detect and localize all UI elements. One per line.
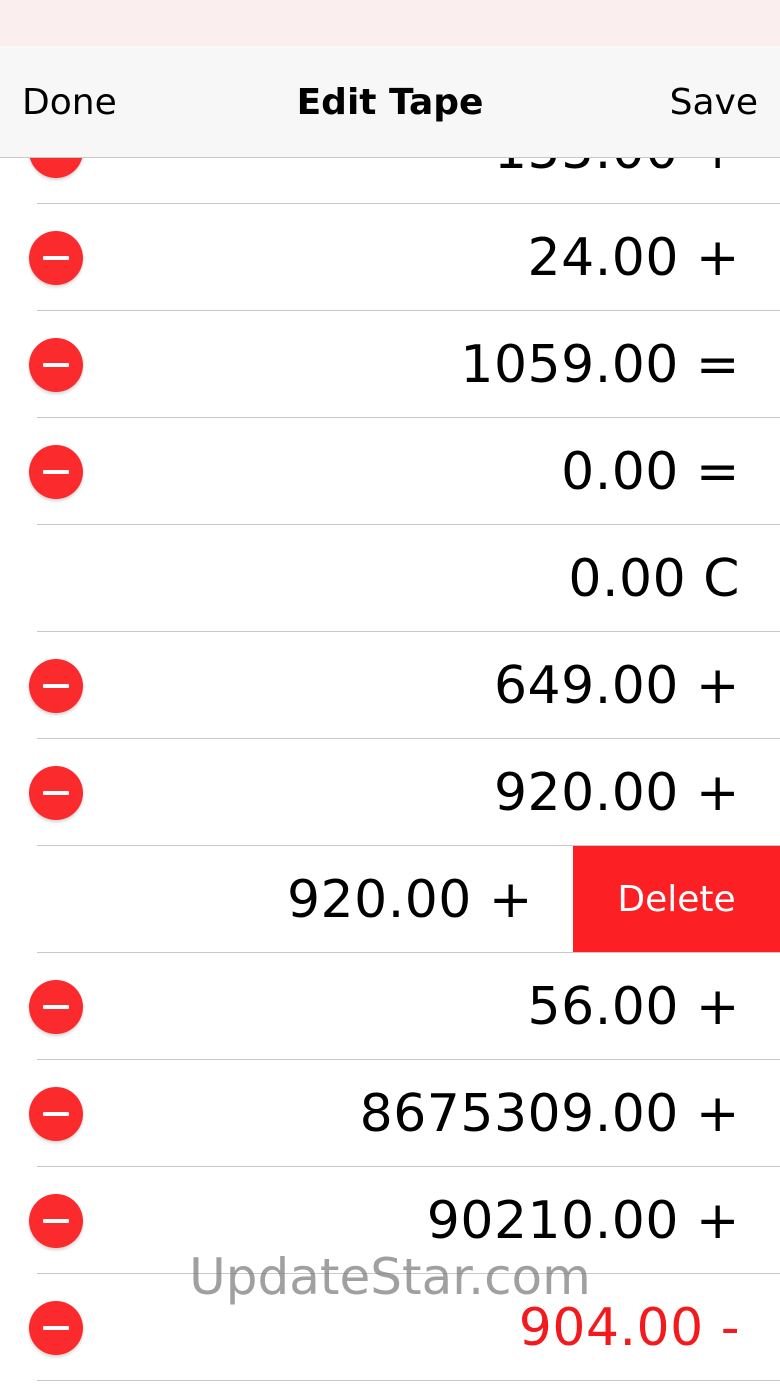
tape-entry-value: 904.00 -	[518, 1298, 740, 1358]
tape-entry-value: 0.00 =	[561, 442, 740, 502]
status-bar	[0, 0, 780, 46]
tape-entry-value: 920.00 +	[493, 763, 740, 823]
tape-entry-value: 920.00 +	[286, 870, 533, 930]
delete-circle-icon[interactable]	[29, 1087, 83, 1141]
tape-entry-value: 90210.00 +	[426, 1191, 740, 1251]
tape-row: 24.00 +	[0, 204, 780, 311]
tape-row: 90210.00 +	[0, 1167, 780, 1274]
page-title: Edit Tape	[296, 82, 484, 123]
tape-entry-value: 56.00 +	[527, 977, 740, 1037]
delete-circle-icon[interactable]	[29, 980, 83, 1034]
delete-circle-icon[interactable]	[29, 659, 83, 713]
tape-entry-value: 0.00 C	[568, 549, 740, 609]
save-button[interactable]: Save	[670, 46, 758, 157]
tape-entry-value: 8675309.00 +	[359, 1084, 740, 1144]
delete-circle-icon[interactable]	[29, 1301, 83, 1355]
tape-row: 8675309.00 +	[0, 1060, 780, 1167]
tape-list[interactable]: 155.00 + 24.00 + 1059.00 = 0.00 = 0.00 C…	[0, 97, 780, 1387]
tape-entry-value: 24.00 +	[527, 228, 740, 288]
tape-row: 0.00 =	[0, 418, 780, 525]
delete-circle-icon[interactable]	[29, 766, 83, 820]
delete-button[interactable]: Delete	[573, 846, 780, 952]
tape-row: 56.00 +	[0, 953, 780, 1060]
tape-row-swiped[interactable]: 920.00 + Delete	[0, 846, 780, 953]
delete-circle-icon[interactable]	[29, 1194, 83, 1248]
navigation-bar: Done Edit Tape Save	[0, 46, 780, 158]
tape-row: 649.00 +	[0, 632, 780, 739]
tape-row: 920.00 +	[0, 739, 780, 846]
tape-entry-value: 1059.00 =	[460, 335, 740, 395]
delete-circle-icon[interactable]	[29, 231, 83, 285]
tape-row: 1059.00 =	[0, 311, 780, 418]
tape-row: 0.00 C	[0, 525, 780, 632]
delete-circle-icon[interactable]	[29, 338, 83, 392]
delete-circle-icon[interactable]	[29, 445, 83, 499]
row-separator	[37, 1380, 780, 1381]
tape-row: 904.00 -	[0, 1274, 780, 1381]
tape-entry-value: 649.00 +	[493, 656, 740, 716]
